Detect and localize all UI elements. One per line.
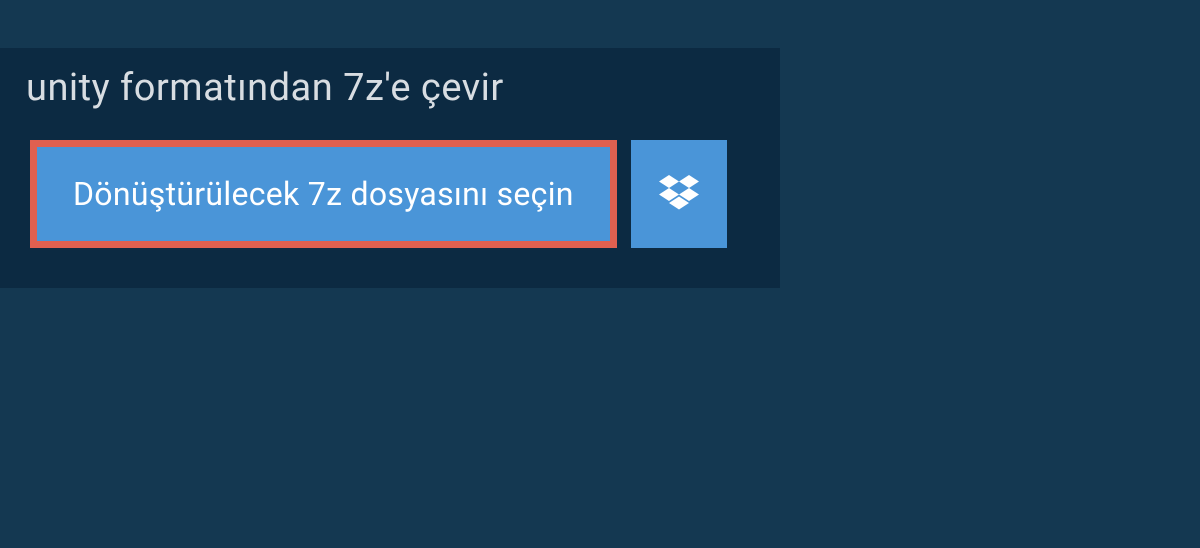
action-row: Dönüştürülecek 7z dosyasını seçin <box>0 134 780 248</box>
converter-panel: unity formatından 7z'e çevir Dönüştürüle… <box>0 48 780 288</box>
select-file-label: Dönüştürülecek 7z dosyasını seçin <box>73 175 574 213</box>
page-title: unity formatından 7z'e çevir <box>26 66 504 110</box>
title-bar: unity formatından 7z'e çevir <box>0 48 544 134</box>
select-file-button[interactable]: Dönüştürülecek 7z dosyasını seçin <box>30 140 617 248</box>
dropbox-icon <box>659 175 699 213</box>
dropbox-button[interactable] <box>631 140 727 248</box>
